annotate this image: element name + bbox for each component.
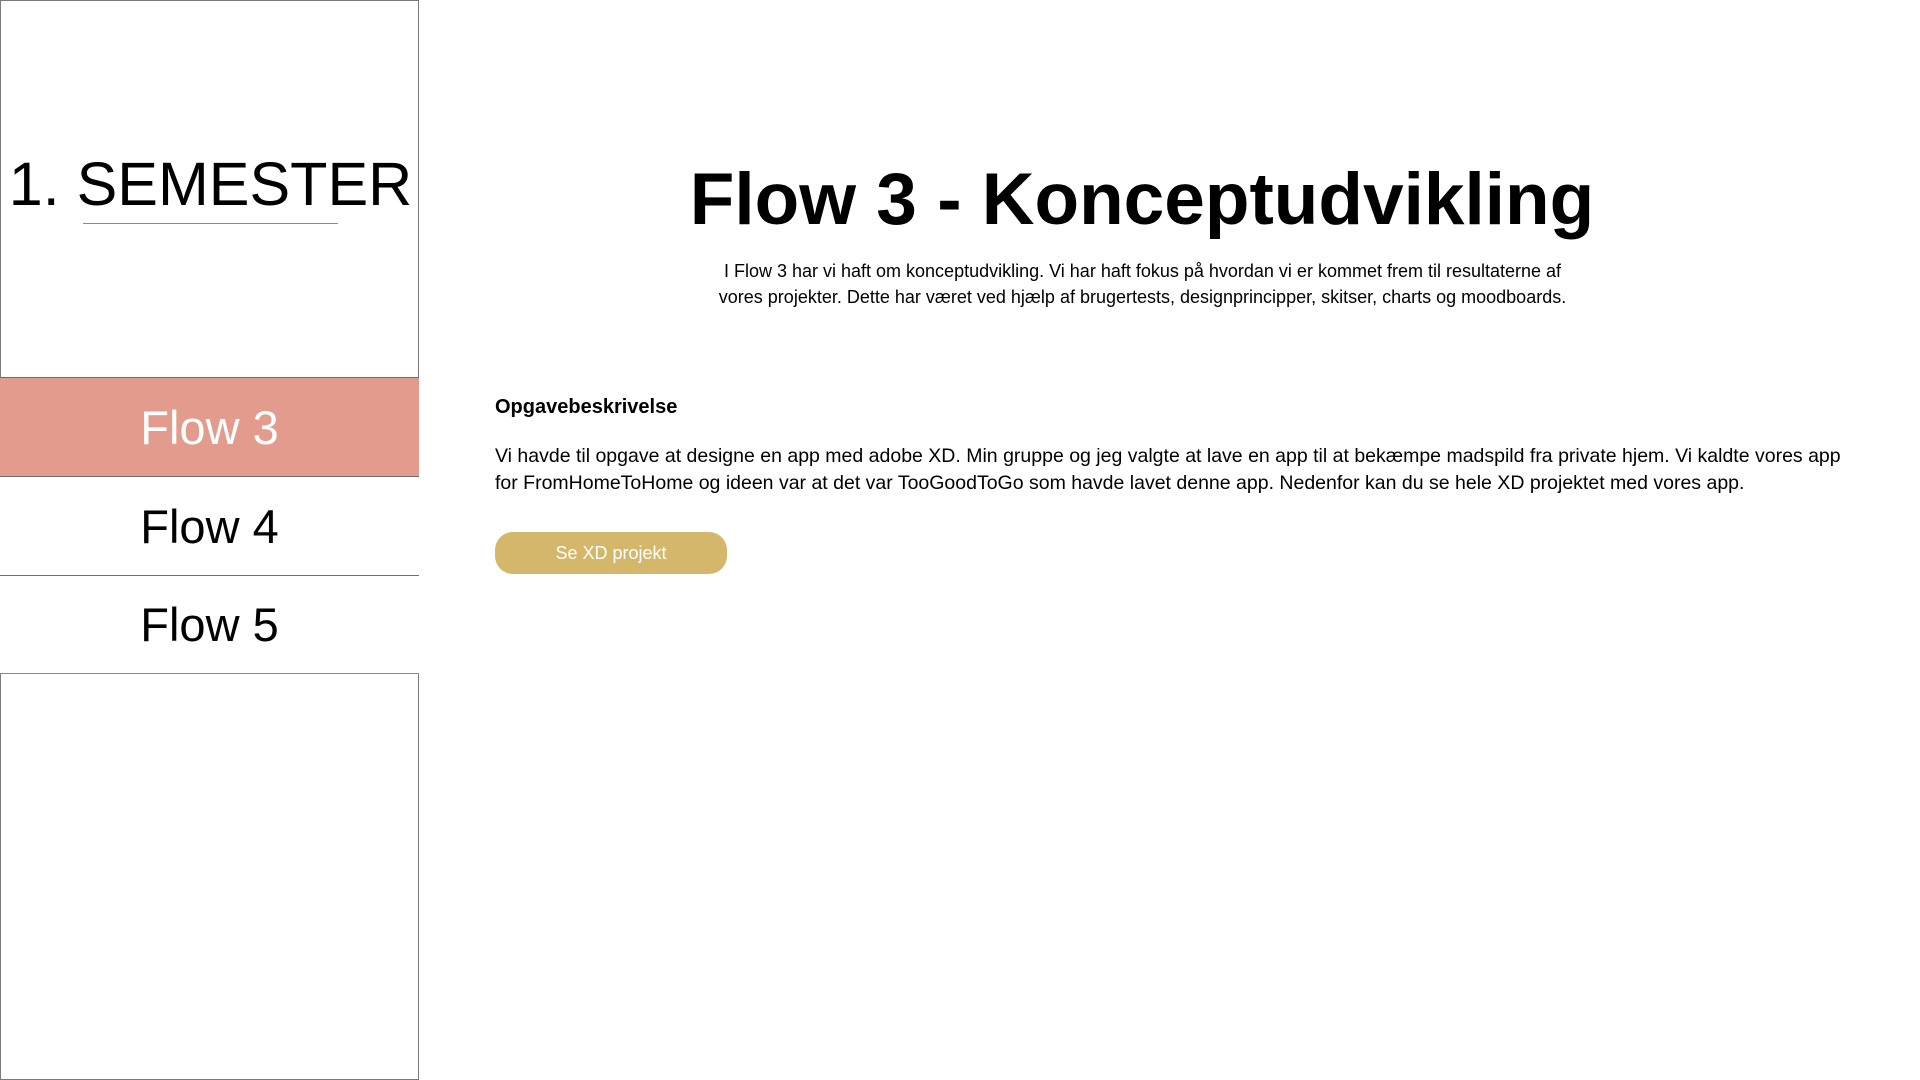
page-title: Flow 3 - Konceptudvikling bbox=[689, 159, 1595, 240]
section-body-line-1: Vi havde til opgave at designe en app me… bbox=[495, 445, 1841, 467]
intro-line-1: I Flow 3 har vi haft om konceptudvikling… bbox=[723, 261, 1562, 281]
sidebar-item-label: Flow 5 bbox=[140, 598, 279, 651]
sidebar-item-flow-3[interactable]: Flow 3 bbox=[0, 377, 419, 476]
brand-underline bbox=[83, 223, 338, 224]
main-content: Flow 3 - Konceptudvikling I Flow 3 har v… bbox=[420, 0, 1920, 1080]
see-xd-project-button[interactable]: Se XD projekt bbox=[495, 532, 727, 574]
brand-title: 1. SEMESTER bbox=[8, 150, 413, 218]
section-body: Vi havde til opgave at designe en app me… bbox=[495, 443, 1895, 497]
sidebar-nav: Flow 3 Flow 4 Flow 5 bbox=[0, 377, 419, 674]
intro-text: I Flow 3 har vi haft om konceptudvikling… bbox=[690, 258, 1595, 310]
brand: 1. SEMESTER bbox=[1, 146, 420, 224]
page: 1. SEMESTER Flow 3 Flow 4 Flow 5 Flow 3 … bbox=[0, 0, 1920, 1080]
section-body-line-2: for FromHomeToHome og ideen var at det v… bbox=[495, 472, 1745, 494]
sidebar-item-label: Flow 4 bbox=[140, 499, 279, 553]
section-heading: Opgavebeskrivelse bbox=[495, 396, 678, 418]
sidebar-item-label: Flow 3 bbox=[140, 400, 279, 454]
sidebar: 1. SEMESTER Flow 3 Flow 4 Flow 5 bbox=[0, 0, 419, 1080]
intro-line-2: vores projekter. Dette har været ved hjæ… bbox=[718, 287, 1567, 307]
sidebar-item-flow-4[interactable]: Flow 4 bbox=[0, 476, 419, 575]
sidebar-item-flow-5[interactable]: Flow 5 bbox=[0, 575, 419, 674]
